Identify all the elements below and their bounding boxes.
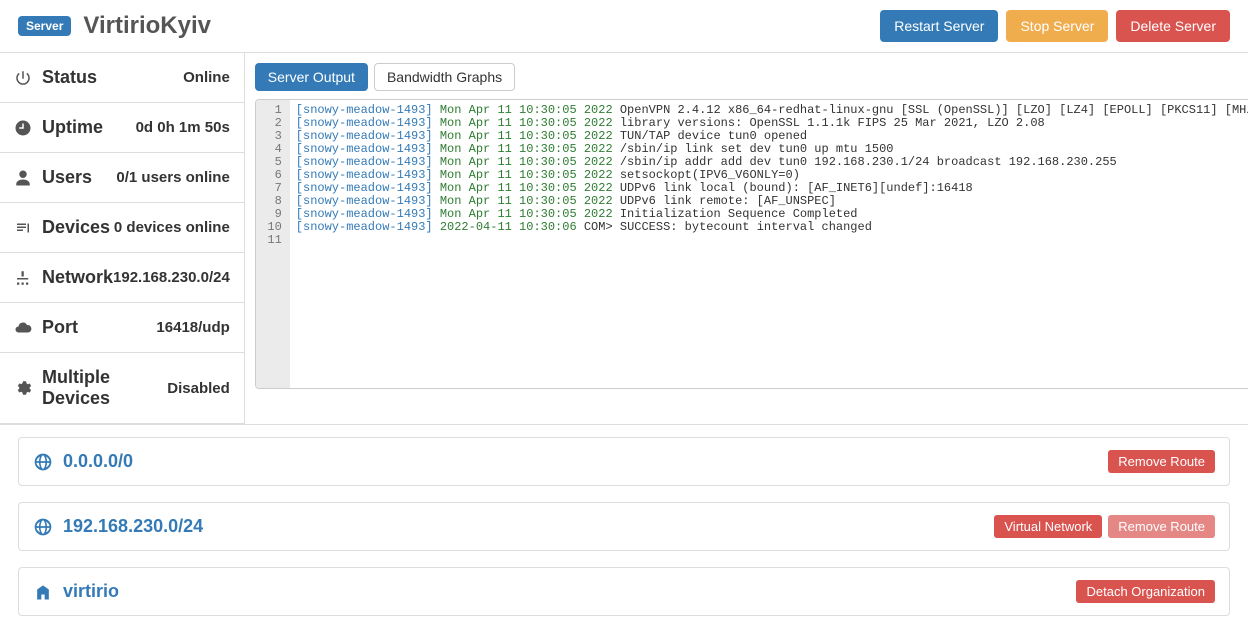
route-title: 0.0.0.0/0 bbox=[63, 451, 133, 472]
sidebar-item-port[interactable]: Port 16418/udp bbox=[0, 303, 244, 353]
sidebar-item-users[interactable]: Users 0/1 users online bbox=[0, 153, 244, 203]
sidebar: Status Online Uptime 0d 0h 1m 50s Users … bbox=[0, 53, 245, 424]
globe-icon bbox=[33, 452, 53, 472]
sidebar-item-status[interactable]: Status Online bbox=[0, 53, 244, 103]
sidebar-devices-label: Devices bbox=[42, 217, 110, 238]
sidebar-port-label: Port bbox=[42, 317, 78, 338]
sidebar-status-value: Online bbox=[183, 69, 230, 86]
restart-server-button[interactable]: Restart Server bbox=[880, 10, 998, 42]
network-icon bbox=[14, 269, 32, 287]
page-title: VirtirioKyiv bbox=[83, 12, 880, 40]
sidebar-uptime-label: Uptime bbox=[42, 117, 103, 138]
console-lines: [snowy-meadow-1493] Mon Apr 11 10:30:05 … bbox=[290, 100, 1248, 388]
power-icon bbox=[14, 69, 32, 87]
sidebar-network-value: 192.168.230.0/24 bbox=[113, 269, 230, 286]
content: Server Output Bandwidth Graphs 123456789… bbox=[245, 53, 1248, 424]
tabs: Server Output Bandwidth Graphs bbox=[255, 63, 1248, 91]
route-title: 192.168.230.0/24 bbox=[63, 516, 203, 537]
detach-organization-button[interactable]: Detach Organization bbox=[1076, 580, 1215, 603]
sidebar-multi-label: Multiple Devices bbox=[42, 367, 167, 409]
route-card-0: 0.0.0.0/0 Remove Route bbox=[18, 437, 1230, 486]
console-gutter: 1234567891011 bbox=[256, 100, 290, 388]
org-title: virtirio bbox=[63, 581, 119, 602]
virtual-network-button[interactable]: Virtual Network bbox=[994, 515, 1102, 538]
delete-server-button[interactable]: Delete Server bbox=[1116, 10, 1230, 42]
sidebar-port-value: 16418/udp bbox=[156, 319, 229, 336]
sidebar-item-devices[interactable]: Devices 0 devices online bbox=[0, 203, 244, 253]
tab-bandwidth-graphs[interactable]: Bandwidth Graphs bbox=[374, 63, 515, 91]
cloud-icon bbox=[14, 319, 32, 337]
sidebar-uptime-value: 0d 0h 1m 50s bbox=[136, 119, 230, 136]
sidebar-item-multiple-devices[interactable]: Multiple Devices Disabled bbox=[0, 353, 244, 424]
remove-route-button[interactable]: Remove Route bbox=[1108, 450, 1215, 473]
sidebar-status-label: Status bbox=[42, 67, 97, 88]
server-output-console[interactable]: 1234567891011 [snowy-meadow-1493] Mon Ap… bbox=[255, 99, 1248, 389]
sidebar-devices-value: 0 devices online bbox=[114, 219, 230, 236]
sidebar-network-label: Network bbox=[42, 267, 113, 288]
org-icon bbox=[33, 582, 53, 602]
routes-area: 0.0.0.0/0 Remove Route 192.168.230.0/24 … bbox=[0, 424, 1248, 628]
topbar: Server VirtirioKyiv Restart Server Stop … bbox=[0, 0, 1248, 53]
sidebar-users-value: 0/1 users online bbox=[116, 169, 229, 186]
clock-icon bbox=[14, 119, 32, 137]
stop-server-button[interactable]: Stop Server bbox=[1006, 10, 1108, 42]
sidebar-item-uptime[interactable]: Uptime 0d 0h 1m 50s bbox=[0, 103, 244, 153]
tab-server-output[interactable]: Server Output bbox=[255, 63, 368, 91]
remove-route-button-disabled: Remove Route bbox=[1108, 515, 1215, 538]
globe-icon bbox=[33, 517, 53, 537]
gear-icon bbox=[14, 379, 32, 397]
sidebar-item-network[interactable]: Network 192.168.230.0/24 bbox=[0, 253, 244, 303]
devices-icon bbox=[14, 219, 32, 237]
server-badge: Server bbox=[18, 16, 71, 36]
user-icon bbox=[14, 169, 32, 187]
sidebar-users-label: Users bbox=[42, 167, 92, 188]
sidebar-multi-value: Disabled bbox=[167, 380, 230, 397]
org-card: virtirio Detach Organization bbox=[18, 567, 1230, 616]
route-card-1: 192.168.230.0/24 Virtual Network Remove … bbox=[18, 502, 1230, 551]
